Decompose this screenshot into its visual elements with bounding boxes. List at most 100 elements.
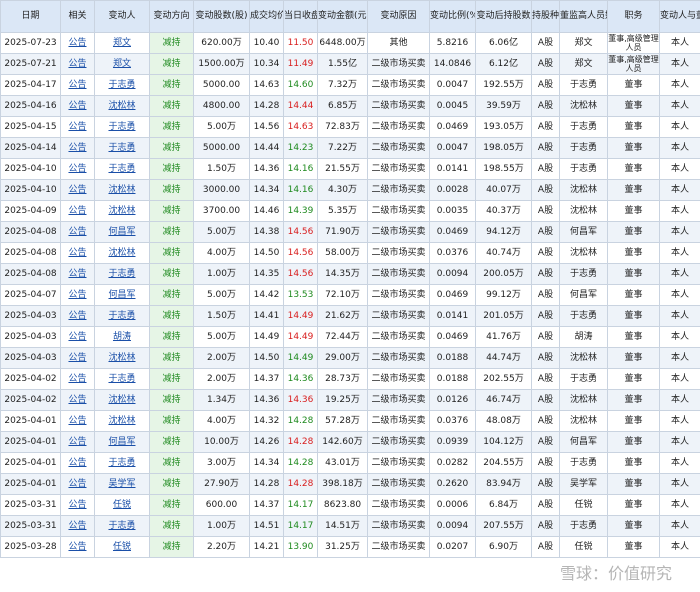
cell-col-person[interactable]: 郑文 — [94, 32, 150, 54]
cell-col-shares: 3.00万 — [193, 452, 250, 474]
cell-col-person[interactable]: 于志勇 — [94, 515, 150, 537]
cell-col-person[interactable]: 任锐 — [94, 536, 150, 558]
cell-col-person[interactable]: 胡涛 — [94, 326, 150, 348]
cell-col-date: 2025-04-17 — [0, 74, 61, 96]
cell-col-shares: 5.00万 — [193, 116, 250, 138]
cell-col-person[interactable]: 于志勇 — [94, 305, 150, 327]
cell-col-related[interactable]: 公告 — [60, 242, 95, 264]
watermark: 雪球：价值研究 — [560, 564, 673, 583]
cell-col-related[interactable]: 公告 — [60, 263, 95, 285]
cell-col-title: 董事 — [607, 242, 660, 264]
cell-col-reason: 其他 — [367, 32, 430, 54]
cell-col-avg-price: 14.50 — [249, 347, 284, 369]
cell-col-close-price: 14.56 — [283, 221, 318, 243]
cell-col-title: 董事 — [607, 410, 660, 432]
cell-col-share-type: A股 — [531, 200, 560, 222]
cell-col-title: 董事 — [607, 179, 660, 201]
cell-col-person[interactable]: 沈松林 — [94, 389, 150, 411]
cell-col-date: 2025-04-01 — [0, 431, 61, 453]
cell-col-person[interactable]: 沈松林 — [94, 410, 150, 432]
cell-col-person[interactable]: 何昌军 — [94, 431, 150, 453]
cell-col-holding-after: 41.76万 — [475, 326, 532, 348]
cell-col-related[interactable]: 公告 — [60, 74, 95, 96]
cell-col-holding-after: 46.74万 — [475, 389, 532, 411]
cell-col-related[interactable]: 公告 — [60, 431, 95, 453]
cell-col-holding-after: 201.05万 — [475, 305, 532, 327]
cell-col-title: 董事 — [607, 389, 660, 411]
cell-col-related[interactable]: 公告 — [60, 368, 95, 390]
cell-col-holding-after: 40.37万 — [475, 200, 532, 222]
table-row: 2025-04-14 公告 于志勇 减持 5000.00 14.44 14.23 7.22万二… — [0, 137, 700, 159]
cell-col-date: 2025-04-08 — [0, 263, 61, 285]
cell-col-related[interactable]: 公告 — [60, 473, 95, 495]
cell-col-close-price: 11.49 — [283, 53, 318, 75]
cell-col-related[interactable]: 公告 — [60, 389, 95, 411]
header-col-reason: 变动原因 — [367, 0, 430, 33]
cell-col-related[interactable]: 公告 — [60, 53, 95, 75]
cell-col-related[interactable]: 公告 — [60, 536, 95, 558]
cell-col-close-price: 14.63 — [283, 116, 318, 138]
cell-col-amount: 21.62万 — [317, 305, 368, 327]
cell-col-person[interactable]: 任锐 — [94, 494, 150, 516]
cell-col-person[interactable]: 沈松林 — [94, 347, 150, 369]
cell-col-person[interactable]: 于志勇 — [94, 452, 150, 474]
cell-col-related[interactable]: 公告 — [60, 410, 95, 432]
cell-col-related[interactable]: 公告 — [60, 158, 95, 180]
cell-col-person[interactable]: 何昌军 — [94, 221, 150, 243]
cell-col-shares: 27.90万 — [193, 473, 250, 495]
cell-col-direction: 减持 — [149, 116, 194, 138]
cell-col-shares: 3700.00 — [193, 200, 250, 222]
cell-col-avg-price: 14.35 — [249, 263, 284, 285]
cell-col-related[interactable]: 公告 — [60, 284, 95, 306]
cell-col-share-type: A股 — [531, 368, 560, 390]
cell-col-shares: 5000.00 — [193, 74, 250, 96]
cell-col-related[interactable]: 公告 — [60, 452, 95, 474]
cell-col-related[interactable]: 公告 — [60, 200, 95, 222]
header-col-relation: 变动人与董监高的关系 — [659, 0, 700, 33]
cell-col-relation: 本人 — [659, 179, 700, 201]
cell-col-person[interactable]: 何昌军 — [94, 284, 150, 306]
cell-col-related[interactable]: 公告 — [60, 137, 95, 159]
cell-col-reason: 二级市场买卖 — [367, 263, 430, 285]
cell-col-shares: 1.34万 — [193, 389, 250, 411]
cell-col-person[interactable]: 于志勇 — [94, 368, 150, 390]
cell-col-direction: 减持 — [149, 221, 194, 243]
cell-col-person[interactable]: 于志勇 — [94, 74, 150, 96]
table-row: 2025-07-21 公告 郑文 减持 1500.00万 10.34 11.49 1.55亿二… — [0, 53, 700, 75]
cell-col-date: 2025-04-16 — [0, 95, 61, 117]
cell-col-related[interactable]: 公告 — [60, 95, 95, 117]
header-row: 日期相关变动人变动方向变动股数(股)成交均价当日收盘价变动金额(元)变动原因变动… — [0, 0, 700, 33]
cell-col-exec-name: 沈松林 — [559, 200, 608, 222]
cell-col-related[interactable]: 公告 — [60, 32, 95, 54]
table-row: 2025-03-31 公告 任锐 减持 600.00 14.37 14.17 8623.80 二… — [0, 494, 700, 516]
cell-col-related[interactable]: 公告 — [60, 305, 95, 327]
cell-col-related[interactable]: 公告 — [60, 221, 95, 243]
cell-col-person[interactable]: 沈松林 — [94, 95, 150, 117]
cell-col-related[interactable]: 公告 — [60, 494, 95, 516]
cell-col-person[interactable]: 沈松林 — [94, 179, 150, 201]
cell-col-person[interactable]: 于志勇 — [94, 116, 150, 138]
cell-col-share-type: A股 — [531, 179, 560, 201]
cell-col-avg-price: 14.38 — [249, 221, 284, 243]
cell-col-related[interactable]: 公告 — [60, 515, 95, 537]
cell-col-related[interactable]: 公告 — [60, 179, 95, 201]
cell-col-person[interactable]: 于志勇 — [94, 158, 150, 180]
cell-col-exec-name: 何昌军 — [559, 284, 608, 306]
cell-col-related[interactable]: 公告 — [60, 347, 95, 369]
cell-col-person[interactable]: 于志勇 — [94, 137, 150, 159]
header-col-amount: 变动金额(元) — [317, 0, 368, 33]
cell-col-related[interactable]: 公告 — [60, 116, 95, 138]
cell-col-shares: 620.00万 — [193, 32, 250, 54]
cell-col-shares: 2.20万 — [193, 536, 250, 558]
cell-col-close-price: 14.17 — [283, 494, 318, 516]
cell-col-relation: 本人 — [659, 473, 700, 495]
cell-col-person[interactable]: 吴学军 — [94, 473, 150, 495]
cell-col-person[interactable]: 郑文 — [94, 53, 150, 75]
cell-col-person[interactable]: 沈松林 — [94, 200, 150, 222]
cell-col-related[interactable]: 公告 — [60, 326, 95, 348]
table-row: 2025-04-03 公告 沈松林 减持 2.00万 14.50 14.49 29.00万 二级… — [0, 347, 700, 369]
cell-col-amount: 7.32万 — [317, 74, 368, 96]
cell-col-person[interactable]: 沈松林 — [94, 242, 150, 264]
cell-col-person[interactable]: 于志勇 — [94, 263, 150, 285]
cell-col-title: 董事 — [607, 326, 660, 348]
